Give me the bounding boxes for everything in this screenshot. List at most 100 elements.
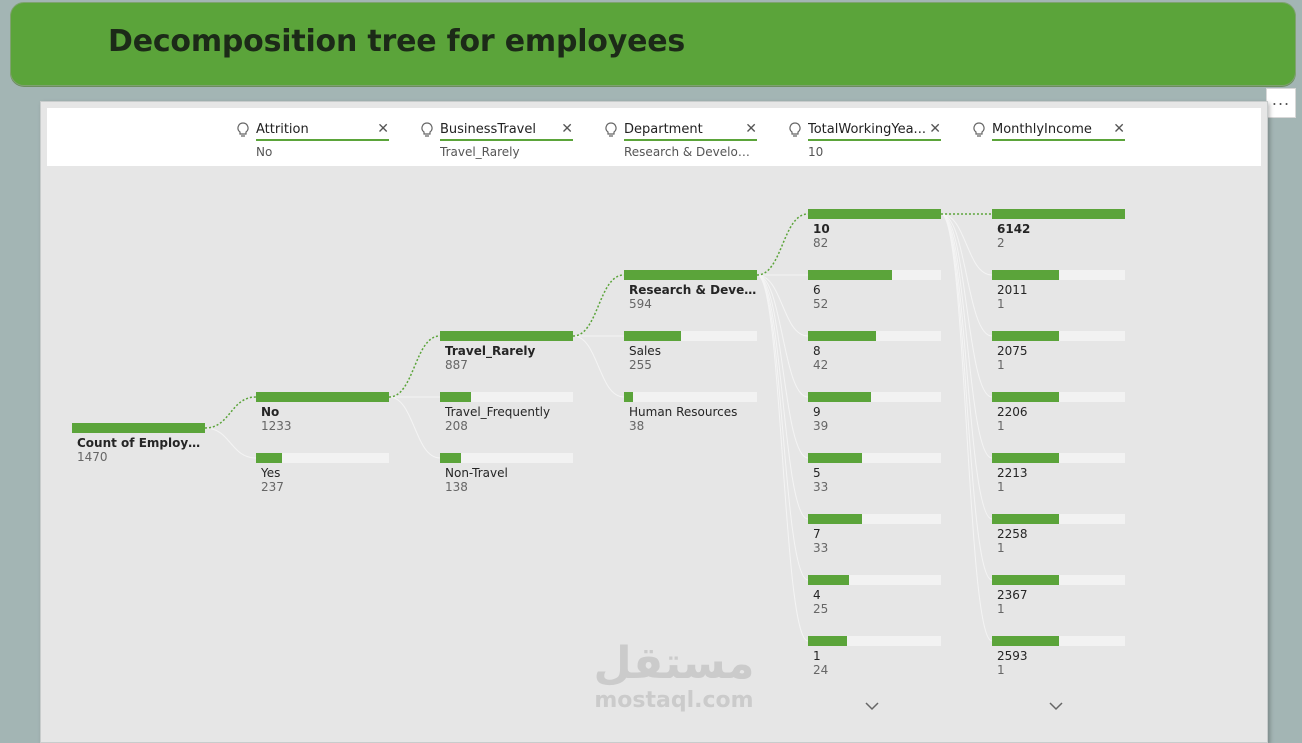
node-label: 2213 — [997, 466, 1028, 480]
node-label: 2367 — [997, 588, 1028, 602]
bar-fill — [440, 331, 573, 341]
bar-fill — [992, 270, 1059, 280]
bar-fill — [992, 636, 1059, 646]
node-count: 1233 — [261, 419, 292, 433]
node-label: 6 — [813, 283, 821, 297]
branch-connector — [756, 274, 809, 581]
bar-fill — [440, 453, 461, 463]
more-options-button[interactable]: ... — [1266, 88, 1296, 118]
node-label: Non-Travel — [445, 466, 508, 480]
node-label: 9 — [813, 405, 821, 419]
node-label: 2258 — [997, 527, 1028, 541]
node-label: 2075 — [997, 344, 1028, 358]
node-label: Human Resources — [629, 405, 738, 419]
bar-fill — [992, 209, 1125, 219]
node-count: 1 — [997, 358, 1005, 372]
node-label: 2593 — [997, 649, 1028, 663]
bar-fill — [992, 514, 1059, 524]
bar-fill — [72, 423, 205, 433]
node-count: 594 — [629, 297, 652, 311]
bar-track — [624, 392, 757, 402]
decomposition-tree-visual: Attrition ✕ No BusinessTravel ✕ Travel_R… — [40, 101, 1268, 743]
node-label: Travel_Rarely — [445, 344, 536, 358]
node-label: Research & Develop... — [629, 283, 757, 297]
watermark: مستقل mostaql.com — [574, 639, 774, 713]
branch-connector — [940, 213, 993, 520]
node-count: 237 — [261, 480, 284, 494]
node-label: 2011 — [997, 283, 1028, 297]
node-count: 2 — [997, 236, 1005, 250]
node-count: 33 — [813, 541, 829, 555]
node-count: 255 — [629, 358, 652, 372]
branch-connector — [756, 274, 809, 642]
node-count: 42 — [813, 358, 829, 372]
node-count: 24 — [813, 663, 829, 677]
node-label: 5 — [813, 466, 821, 480]
branch-connector — [204, 427, 257, 459]
bar-fill — [992, 575, 1059, 585]
bar-fill — [808, 575, 849, 585]
selected-path-connector — [388, 335, 441, 398]
node-count: 1 — [997, 480, 1005, 494]
node-count: 1 — [997, 419, 1005, 433]
bar-fill — [624, 270, 757, 280]
node-count: 52 — [813, 297, 829, 311]
node-count: 1 — [997, 541, 1005, 555]
bar-fill — [256, 453, 282, 463]
selected-path-connector — [572, 274, 625, 337]
node-label: 7 — [813, 527, 821, 541]
node-count: 138 — [445, 480, 468, 494]
watermark-latin: mostaql.com — [594, 688, 754, 713]
bar-fill — [808, 392, 871, 402]
node-count: 887 — [445, 358, 468, 372]
bar-fill — [992, 453, 1059, 463]
node-count: 1 — [997, 602, 1005, 616]
node-count: 1470 — [77, 450, 108, 464]
bar-fill — [808, 636, 847, 646]
node-label: 6142 — [997, 222, 1031, 236]
page-title: Decomposition tree for employees — [108, 24, 686, 59]
chevron-down-icon[interactable] — [864, 701, 880, 711]
branch-connector — [572, 335, 625, 398]
watermark-arabic: مستقل — [593, 638, 755, 689]
node-label: Yes — [261, 466, 281, 480]
bar-fill — [808, 209, 941, 219]
node-count: 1 — [997, 663, 1005, 677]
branch-connector — [940, 213, 993, 337]
node-label: 8 — [813, 344, 821, 358]
node-label: 10 — [813, 222, 830, 236]
node-count: 208 — [445, 419, 468, 433]
node-label: 4 — [813, 588, 821, 602]
branch-connector — [756, 274, 809, 398]
node-count: 33 — [813, 480, 829, 494]
bar-fill — [624, 331, 681, 341]
node-label: No — [261, 405, 280, 419]
bar-fill — [624, 392, 633, 402]
node-label: Sales — [629, 344, 661, 358]
node-label: 2206 — [997, 405, 1028, 419]
bar-fill — [992, 392, 1059, 402]
chevron-down-icon[interactable] — [1048, 701, 1064, 711]
node-count: 38 — [629, 419, 645, 433]
node-label: Count of EmployeeN... — [77, 436, 205, 450]
branch-connector — [940, 213, 993, 642]
branch-connector — [940, 213, 993, 581]
bar-fill — [808, 514, 862, 524]
branch-connector — [388, 396, 441, 459]
bar-fill — [808, 453, 862, 463]
branch-connector — [756, 274, 809, 520]
node-label: Travel_Frequently — [445, 405, 551, 419]
bar-fill — [256, 392, 389, 402]
node-label: 1 — [813, 649, 821, 663]
bar-fill — [440, 392, 471, 402]
node-count: 1 — [997, 297, 1005, 311]
node-count: 25 — [813, 602, 829, 616]
node-count: 39 — [813, 419, 829, 433]
node-count: 82 — [813, 236, 829, 250]
bar-fill — [992, 331, 1059, 341]
bar-fill — [808, 331, 876, 341]
bar-fill — [808, 270, 892, 280]
selected-path-connector — [756, 213, 809, 276]
title-banner: Decomposition tree for employees — [10, 2, 1296, 86]
selected-path-connector — [204, 396, 257, 429]
